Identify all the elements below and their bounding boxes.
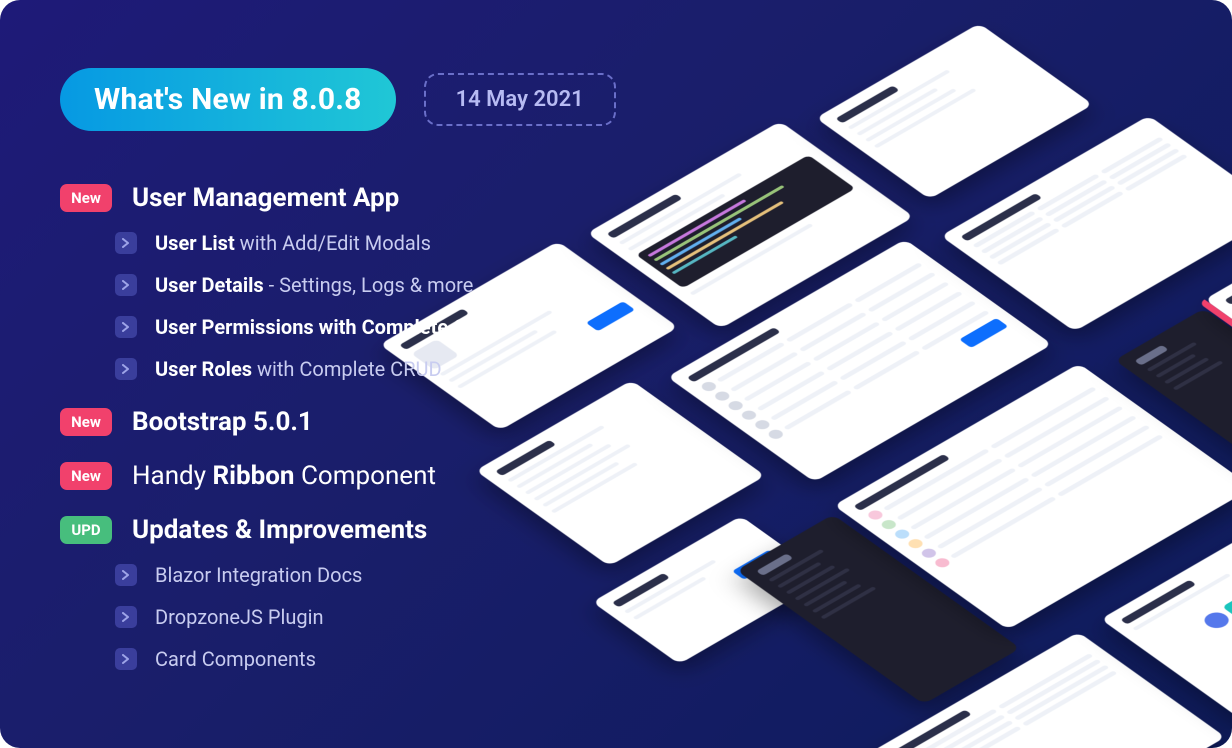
list-item: User Roles with Complete CRUD: [115, 355, 700, 383]
section-title: Bootstrap 5.0.1: [132, 407, 313, 437]
list-item: User List with Add/Edit Modals: [115, 229, 700, 257]
list-item: DropzoneJS Plugin: [115, 603, 700, 631]
chevron-right-icon: [115, 606, 137, 628]
section-title: Handy Ribbon Component: [132, 461, 436, 491]
section-title: Updates & Improvements: [132, 515, 427, 545]
chevron-right-icon: [115, 564, 137, 586]
list-item: User Details - Settings, Logs & more: [115, 271, 700, 299]
version-title-pill: What's New in 8.0.8: [60, 68, 396, 131]
release-date-pill: 14 May 2021: [424, 73, 616, 126]
list-item: Card Components: [115, 645, 700, 673]
section-title: User Management App: [132, 183, 399, 213]
chevron-right-icon: [115, 358, 137, 380]
chevron-right-icon: [115, 316, 137, 338]
content-column: What's New in 8.0.8 14 May 2021 New User…: [60, 68, 700, 697]
section-user-management: New User Management App User List with A…: [60, 183, 700, 383]
badge-upd: UPD: [60, 516, 112, 544]
release-notes-banner: What's New in 8.0.8 14 May 2021 New User…: [0, 0, 1232, 748]
chevron-right-icon: [115, 274, 137, 296]
header-row: What's New in 8.0.8 14 May 2021: [60, 68, 700, 131]
badge-new: New: [60, 408, 112, 436]
list-item: Blazor Integration Docs: [115, 561, 700, 589]
chevron-right-icon: [115, 232, 137, 254]
section-ribbon: New Handy Ribbon Component: [60, 461, 700, 491]
badge-new: New: [60, 462, 112, 490]
section-bootstrap: New Bootstrap 5.0.1: [60, 407, 700, 437]
section-updates: UPD Updates & Improvements Blazor Integr…: [60, 515, 700, 673]
chevron-right-icon: [115, 648, 137, 670]
list-item: User Permissions with Complete CRUD: [115, 313, 700, 341]
badge-new: New: [60, 184, 112, 212]
